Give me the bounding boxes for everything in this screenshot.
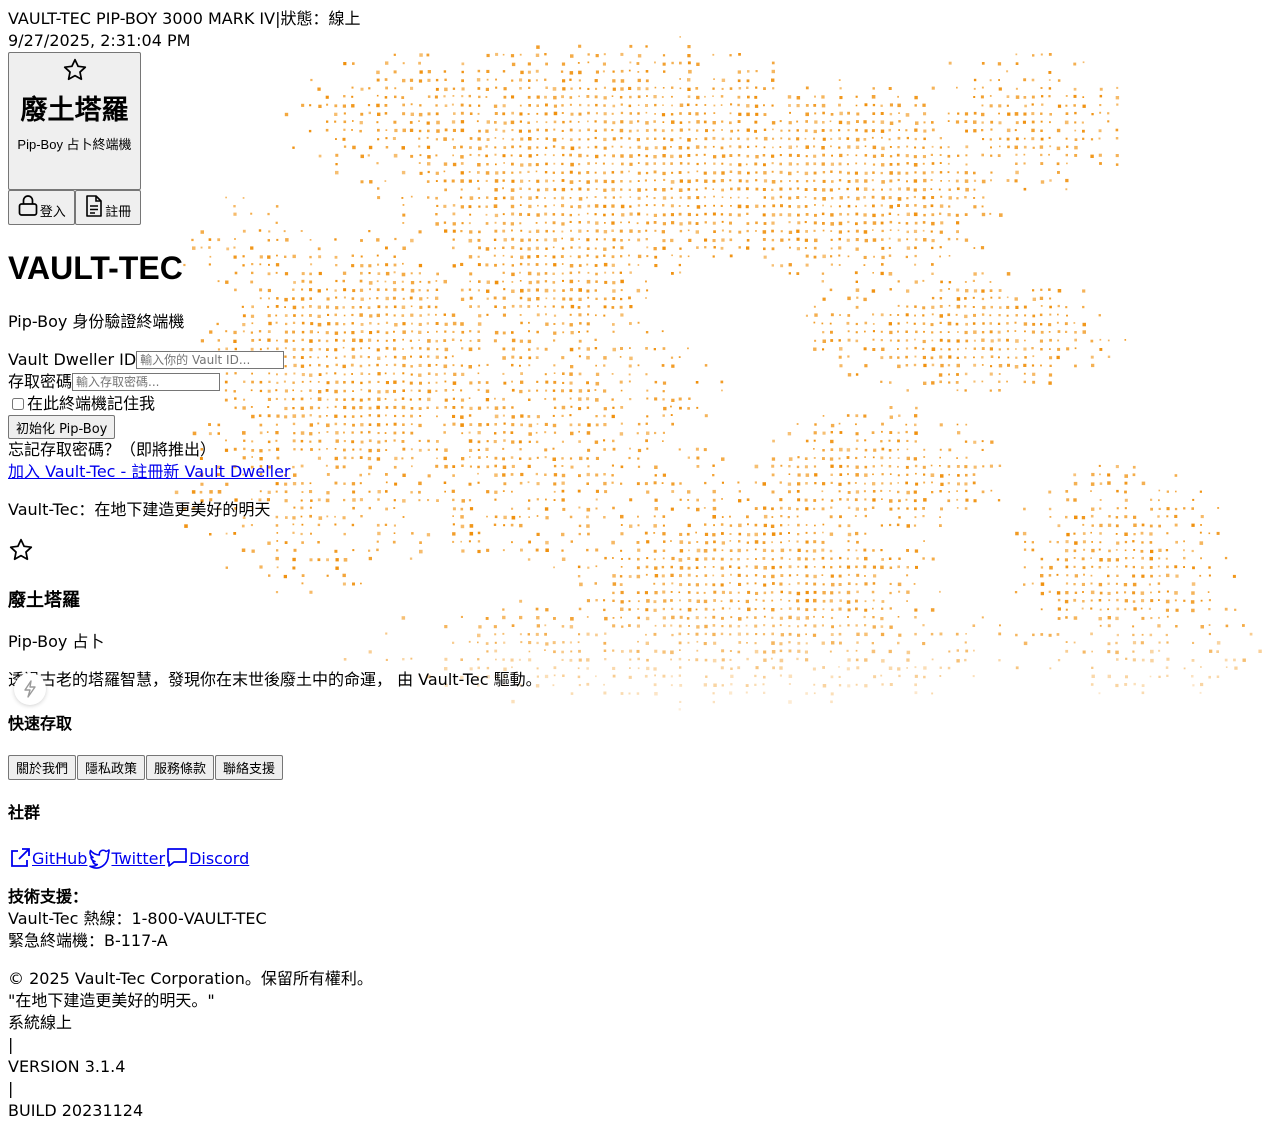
footer-star-icon	[8, 537, 1272, 569]
dweller-id-label: Vault Dweller ID	[8, 350, 137, 369]
separator: |	[8, 1079, 14, 1098]
lock-icon	[17, 194, 39, 218]
brand-title: 廢土塔羅	[20, 95, 129, 125]
twitter-icon	[87, 846, 111, 870]
forgot-password-text: 忘記存取密碼？（即將推出）	[8, 440, 217, 459]
terms-of-service-button[interactable]: 服務條款	[146, 755, 215, 780]
remember-row: 在此終端機記住我	[8, 393, 1272, 415]
twitter-link[interactable]: Twitter	[87, 846, 165, 870]
dweller-id-input[interactable]	[136, 351, 285, 369]
dweller-id-row: Vault Dweller ID	[8, 349, 1272, 371]
footer-brand-subtitle: Pip-Boy 占卜	[8, 632, 105, 651]
register-button[interactable]: 註冊	[74, 190, 141, 225]
datetime: 9/27/2025, 2:31:04 PM	[8, 31, 191, 50]
online-status: |狀態：線上	[275, 9, 361, 28]
social-links: GitHub Twitter Discord	[8, 844, 1272, 870]
github-label: GitHub	[32, 849, 88, 868]
support-terminal: 緊急終端機：B-117-A	[8, 931, 168, 950]
tech-support: 技術支援： Vault-Tec 熱線：1-800-VAULT-TEC 緊急終端機…	[8, 886, 1272, 952]
login-button[interactable]: 登入	[8, 190, 75, 225]
discord-link[interactable]: Discord	[165, 846, 249, 870]
quick-access-heading: 快速存取	[8, 714, 73, 733]
footer-quote: "在地下建造更美好的明天。"	[8, 991, 215, 1010]
initialize-pipboy-button[interactable]: 初始化 Pip-Boy	[8, 415, 116, 439]
bolt-icon	[24, 680, 36, 698]
separator: |	[8, 1035, 14, 1054]
brand-subtitle: Pip-Boy 占卜終端機	[17, 137, 132, 152]
external-link-icon	[8, 846, 32, 870]
version: VERSION 3.1.4	[8, 1057, 126, 1076]
footer-legal: © 2025 Vault-Tec Corporation。保留所有權利。 "在地…	[8, 968, 1272, 1122]
contact-support-button[interactable]: 聯絡支援	[215, 755, 284, 780]
page: VAULT-TEC PIP-BOY 3000 MARK IV|狀態：線上 9/2…	[0, 0, 1280, 1122]
chat-bubble-icon	[165, 846, 189, 870]
system-name: VAULT-TEC PIP-BOY 3000 MARK IV	[8, 9, 276, 28]
login-form: Vault Dweller ID 存取密碼 在此終端機記住我 初始化 Pip-B…	[8, 349, 1272, 483]
login-tagline: Pip-Boy 身份驗證終端機	[8, 312, 185, 331]
privacy-policy-button[interactable]: 隱私政策	[77, 755, 146, 780]
status-bar: VAULT-TEC PIP-BOY 3000 MARK IV|狀態：線上	[8, 8, 1272, 30]
github-link[interactable]: GitHub	[8, 846, 87, 870]
copyright: © 2025 Vault-Tec Corporation。保留所有權利。	[8, 969, 373, 988]
password-label: 存取密碼	[8, 372, 73, 391]
social-heading: 社群	[8, 803, 41, 822]
remember-checkbox[interactable]	[12, 398, 24, 410]
password-row: 存取密碼	[8, 371, 1272, 393]
support-heading: 技術支援：	[8, 887, 89, 906]
password-input[interactable]	[72, 373, 221, 391]
auth-buttons: 登入 註冊	[8, 190, 141, 225]
discord-label: Discord	[189, 849, 250, 868]
footer-description: 透過古老的塔羅智慧，發現你在末世後廢土中的命運， 由 Vault-Tec 驅動。	[8, 670, 542, 689]
star-icon	[62, 57, 88, 83]
remember-label: 在此終端機記住我	[27, 394, 156, 413]
system-status: 系統線上	[8, 1013, 73, 1032]
register-label: 註冊	[105, 204, 132, 219]
register-link[interactable]: 加入 Vault-Tec - 註冊新 Vault Dweller	[8, 462, 291, 481]
footer-brand-title: 廢土塔羅	[8, 590, 80, 611]
build: BUILD 20231124	[8, 1101, 144, 1120]
quick-access-links: 關於我們 隱私政策 服務條款 聯絡支援	[8, 755, 1272, 780]
vault-tec-motto: Vault-Tec：在地下建造更美好的明天	[8, 500, 271, 519]
document-icon	[84, 194, 104, 218]
twitter-label: Twitter	[111, 849, 166, 868]
login-heading: VAULT-TEC	[8, 250, 183, 286]
brand-home-button[interactable]: 廢土塔羅 Pip-Boy 占卜終端機	[8, 52, 141, 190]
about-us-button[interactable]: 關於我們	[8, 755, 77, 780]
support-hotline: Vault-Tec 熱線：1-800-VAULT-TEC	[8, 909, 267, 928]
floating-action-button[interactable]	[14, 673, 46, 705]
login-label: 登入	[39, 204, 66, 219]
